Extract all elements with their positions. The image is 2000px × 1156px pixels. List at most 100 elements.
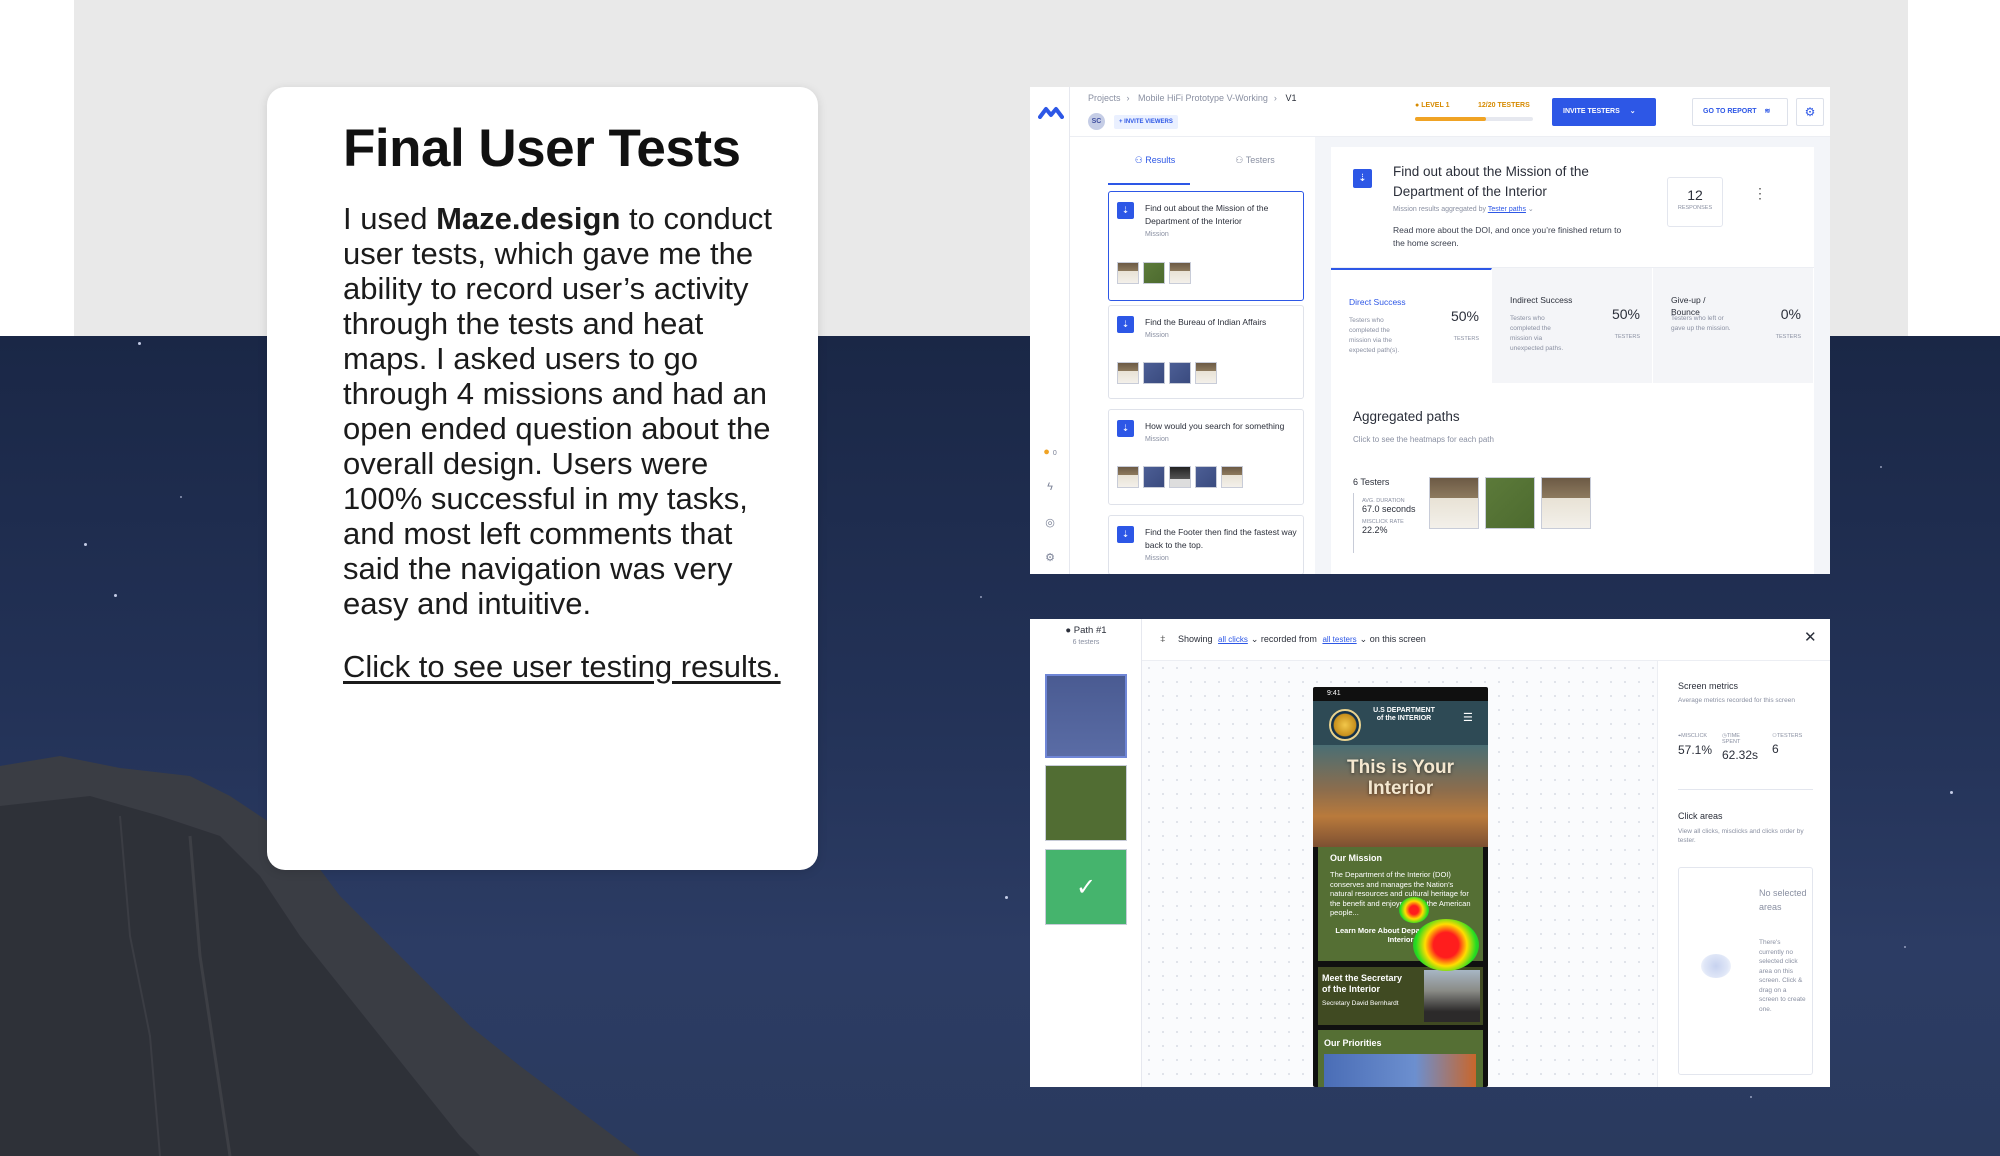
avg-duration-value: 67.0 seconds bbox=[1362, 504, 1416, 514]
user-testing-results-link[interactable]: Click to see user testing results. bbox=[343, 649, 783, 684]
path-screen-thumbnail[interactable] bbox=[1045, 765, 1127, 841]
mission-item[interactable]: ⇣ Find the Bureau of Indian Affairs Missi… bbox=[1108, 305, 1304, 399]
screen-thumbnail[interactable] bbox=[1117, 362, 1139, 384]
screen-thumbnail[interactable] bbox=[1117, 262, 1139, 284]
no-selected-areas: No selected areas bbox=[1759, 888, 1807, 912]
go-to-report-button[interactable]: GO TO REPORT ≋ bbox=[1692, 98, 1788, 126]
path-screen-thumbnail[interactable] bbox=[1045, 674, 1127, 758]
stat-description: Testers who completed the mission via th… bbox=[1349, 317, 1400, 354]
screen-thumbnail[interactable] bbox=[1169, 362, 1191, 384]
screen-thumbnail[interactable] bbox=[1221, 466, 1243, 488]
chevron-right-icon: › bbox=[1126, 93, 1130, 103]
close-icon[interactable]: ✕ bbox=[1804, 628, 1817, 646]
maze-heatmap-screenshot: ● Path #1 6 testers ✓ ⧧ Showing all clic… bbox=[1030, 619, 1830, 1087]
secretary-card: Meet the Secretary of the Interior Secre… bbox=[1318, 967, 1483, 1025]
breadcrumb-project[interactable]: Mobile HiFi Prototype V-Working bbox=[1138, 93, 1268, 103]
chevron-down-icon: ⌄ bbox=[1359, 634, 1368, 644]
screen-metrics-subtitle: Average metrics recorded for this screen bbox=[1678, 697, 1795, 704]
phone-status-time: 9:41 bbox=[1327, 690, 1341, 697]
screen-thumbnail[interactable] bbox=[1169, 262, 1191, 284]
gear-icon[interactable]: ⚙ bbox=[1796, 98, 1824, 126]
misclick-rate-value: 22.2% bbox=[1362, 525, 1388, 535]
all-clicks-dropdown[interactable]: all clicks bbox=[1218, 635, 1248, 644]
layers-icon: ≋ bbox=[1764, 108, 1771, 115]
chevron-down-icon: ⌄ bbox=[1250, 634, 1259, 644]
mission-type: Mission bbox=[1145, 555, 1169, 562]
tab-results[interactable]: ⚇ Results bbox=[1110, 155, 1200, 166]
notification-dot-icon[interactable]: ● 0 bbox=[1042, 444, 1058, 460]
mission-title-text: Find out about the Mission of the Depart… bbox=[1145, 203, 1269, 226]
mission-thumbnails bbox=[1117, 262, 1191, 284]
screen-thumbnail[interactable] bbox=[1195, 362, 1217, 384]
mission-icon: ⇣ bbox=[1117, 526, 1134, 543]
all-testers-dropdown[interactable]: all testers bbox=[1322, 635, 1356, 644]
misclick-label: ⌖MISCLICK bbox=[1678, 733, 1708, 739]
chevron-right-icon: › bbox=[1273, 93, 1277, 103]
screen-thumbnail[interactable] bbox=[1169, 466, 1191, 488]
department-name: U.S DEPARTMENT of the INTERIOR bbox=[1373, 707, 1435, 722]
path-sidebar: ● Path #1 6 testers ✓ bbox=[1030, 619, 1142, 1087]
help-icon[interactable]: ◎ bbox=[1042, 515, 1058, 531]
stat-direct-success[interactable]: Direct Success Testers who completed the… bbox=[1331, 268, 1492, 383]
stat-value: 50% bbox=[1611, 306, 1640, 322]
description-card: Final User Tests I used Maze.design to c… bbox=[267, 87, 818, 870]
mission-title: Find the Footer then find the fastest wa… bbox=[1145, 526, 1300, 565]
breadcrumb: Projects › Mobile HiFi Prototype V-Workin… bbox=[1088, 93, 1302, 103]
path-testers: 6 testers bbox=[1072, 639, 1100, 646]
tab-results-label: Results bbox=[1145, 155, 1176, 165]
maze-logo-icon[interactable] bbox=[1038, 105, 1064, 119]
mission-icon: ⇣ bbox=[1117, 202, 1134, 219]
aggregation-prefix: Mission results aggregated by bbox=[1393, 206, 1488, 213]
heatmap-canvas[interactable]: 9:41 U.S DEPARTMENT of the INTERIOR ☰ Th… bbox=[1142, 661, 1657, 1087]
stat-name: Direct Success bbox=[1349, 297, 1406, 307]
path-label[interactable]: ● Path #1 bbox=[1030, 625, 1142, 636]
breadcrumb-version[interactable]: V1 bbox=[1285, 93, 1296, 103]
click-heat-spot bbox=[1413, 919, 1479, 971]
path-screen-thumbnail[interactable]: ✓ bbox=[1045, 849, 1127, 925]
doi-seal-icon bbox=[1329, 709, 1361, 741]
results-icon: ⚇ bbox=[1134, 155, 1143, 165]
priorities-card: Our Priorities bbox=[1318, 1030, 1483, 1087]
showing-label: Showing bbox=[1178, 634, 1213, 644]
invite-testers-button[interactable]: INVITE TESTERS ⌄ bbox=[1552, 98, 1656, 126]
stat-give-up[interactable]: Give-up / Bounce Testers who left or gav… bbox=[1653, 268, 1814, 383]
screen-metrics-panel: Screen metrics Average metrics recorded … bbox=[1657, 661, 1830, 1087]
mission-item[interactable]: ⇣ How would you search for something Miss… bbox=[1108, 409, 1304, 505]
click-heat-spot bbox=[1399, 897, 1429, 923]
mission-list: ⇣ Find out about the Mission of the Depa… bbox=[1070, 185, 1315, 574]
tester-paths-link[interactable]: Tester paths bbox=[1488, 206, 1526, 213]
screen-thumbnail[interactable] bbox=[1143, 362, 1165, 384]
invite-viewers-button[interactable]: + INVITE VIEWERS bbox=[1114, 115, 1178, 129]
path-screen-thumbnail[interactable] bbox=[1485, 477, 1535, 529]
avatar[interactable]: SC bbox=[1088, 113, 1105, 130]
more-options-icon[interactable]: ⋮ bbox=[1753, 185, 1767, 202]
success-stats: Direct Success Testers who completed the… bbox=[1331, 267, 1814, 383]
settings-icon[interactable]: ⚙ bbox=[1042, 550, 1058, 566]
stat-indirect-success[interactable]: Indirect Success Testers who completed t… bbox=[1492, 268, 1653, 383]
stat-description: Testers who completed the mission via un… bbox=[1510, 315, 1564, 352]
lightning-icon[interactable]: ϟ bbox=[1042, 479, 1058, 495]
path-screen-thumbnail[interactable] bbox=[1541, 477, 1591, 529]
screen-thumbnail[interactable] bbox=[1117, 466, 1139, 488]
time-spent-label: ◷TIME SPENT bbox=[1722, 733, 1741, 745]
testers-count: 12/20 TESTERS bbox=[1478, 102, 1530, 109]
notification-count: 0 bbox=[1052, 450, 1057, 457]
responses-box: 12 RESPONSES bbox=[1667, 177, 1723, 227]
breadcrumb-projects[interactable]: Projects bbox=[1088, 93, 1121, 103]
secretary-card-title: Meet the Secretary of the Interior bbox=[1322, 973, 1403, 994]
tab-testers[interactable]: ⚇ Testers bbox=[1210, 155, 1300, 166]
path-screen-thumbnail[interactable] bbox=[1429, 477, 1479, 529]
heatmap-filter-text: Showing all clicks ⌄ recorded from all te… bbox=[1178, 634, 1426, 645]
mission-item[interactable]: ⇣ Find the Footer then find the fastest … bbox=[1108, 515, 1304, 574]
testers-value: 6 bbox=[1772, 742, 1779, 756]
filters-icon[interactable]: ⧧ bbox=[1160, 633, 1166, 646]
screen-thumbnail[interactable] bbox=[1195, 466, 1217, 488]
chevron-down-icon: ⌄ bbox=[1527, 206, 1534, 213]
mission-description: Read more about the DOI, and once you’re… bbox=[1393, 225, 1622, 248]
screen-thumbnail[interactable] bbox=[1143, 262, 1165, 284]
time-spent-value: 62.32s bbox=[1722, 748, 1759, 762]
mission-item[interactable]: ⇣ Find out about the Mission of the Depa… bbox=[1108, 191, 1304, 301]
screen-thumbnail[interactable] bbox=[1143, 466, 1165, 488]
click-areas-empty-state: No selected areas There's currently no s… bbox=[1678, 867, 1813, 1075]
mission-icon: ⇣ bbox=[1353, 169, 1372, 188]
